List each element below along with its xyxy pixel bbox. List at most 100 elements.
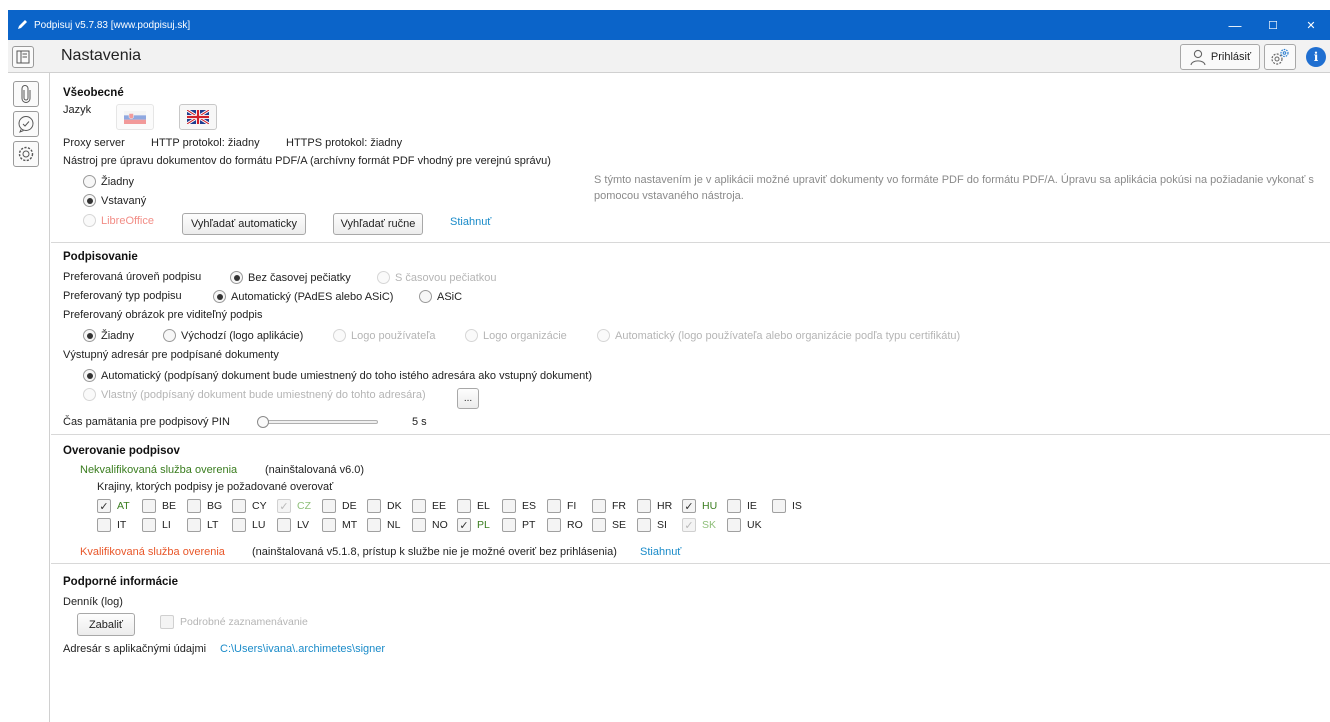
info-icon[interactable]: i	[1306, 47, 1326, 67]
country-checkbox-pt[interactable]: PT	[502, 518, 535, 532]
country-checkbox-lu[interactable]: LU	[232, 518, 265, 532]
country-code: AT	[117, 500, 130, 512]
log-label: Denník (log)	[63, 596, 123, 608]
country-checkbox-se[interactable]: SE	[592, 518, 626, 532]
countries-label: Krajiny, ktorých podpisy je požadované o…	[97, 481, 334, 493]
image-option-default[interactable]: Východzí (logo aplikácie)	[163, 329, 303, 342]
country-checkbox-dk[interactable]: DK	[367, 499, 402, 513]
country-code: BG	[207, 500, 223, 512]
checkbox-box	[502, 518, 516, 532]
qualified-service-label: Kvalifikovaná služba overenia	[80, 546, 225, 558]
divider	[51, 242, 1330, 243]
checkbox-box	[412, 518, 426, 532]
radio-dot	[83, 388, 96, 401]
panel-icon	[16, 50, 30, 64]
country-code: HR	[657, 500, 673, 512]
country-checkbox-at[interactable]: ✓ AT	[97, 499, 130, 513]
country-checkbox-no[interactable]: NO	[412, 518, 448, 532]
level-option-no-timestamp[interactable]: Bez časovej pečiatky	[230, 271, 351, 284]
pdfa-option-builtin[interactable]: Vstavaný	[83, 194, 146, 207]
pdfa-option-none[interactable]: Žiadny	[83, 175, 134, 188]
country-checkbox-bg[interactable]: BG	[187, 499, 222, 513]
country-code: CZ	[297, 500, 311, 512]
country-code: NL	[387, 519, 401, 531]
image-option-user[interactable]: Logo používateľa	[333, 329, 436, 342]
country-checkbox-fr[interactable]: FR	[592, 499, 626, 513]
image-option-org[interactable]: Logo organizácie	[465, 329, 567, 342]
pdfa-info-line2: pomocou vstavaného nástroja.	[594, 190, 744, 202]
search-manual-button[interactable]: Vyhľadať ručne	[333, 213, 423, 235]
country-checkbox-it[interactable]: IT	[97, 518, 126, 532]
country-checkbox-cy[interactable]: CY	[232, 499, 267, 513]
verbose-logging-checkbox[interactable]: Podrobné zaznamenávanie	[160, 615, 308, 629]
country-checkbox-es[interactable]: ES	[502, 499, 536, 513]
login-button[interactable]: Prihlásiť	[1180, 44, 1260, 70]
country-checkbox-lt[interactable]: LT	[187, 518, 218, 532]
type-option-asic[interactable]: ASiC	[419, 290, 462, 303]
qualified-download-link[interactable]: Stiahnuť	[640, 546, 681, 558]
gears-icon	[1271, 48, 1289, 65]
checkbox-box	[637, 518, 651, 532]
type-option-auto[interactable]: Automatický (PAdES alebo ASiC)	[213, 290, 393, 303]
sidebar-toggle-button[interactable]	[12, 46, 34, 68]
pin-time-slider-thumb[interactable]	[257, 416, 269, 428]
sidebar-verify-button[interactable]	[13, 111, 39, 137]
country-code: DE	[342, 500, 357, 512]
country-checkbox-hr[interactable]: HR	[637, 499, 672, 513]
pin-time-value: 5 s	[412, 416, 427, 428]
pin-time-slider-track[interactable]	[260, 420, 378, 424]
language-sk-button[interactable]	[116, 104, 154, 130]
image-option-none[interactable]: Žiadny	[83, 329, 134, 342]
checkbox-box	[160, 615, 174, 629]
country-checkbox-nl[interactable]: NL	[367, 518, 400, 532]
country-checkbox-be[interactable]: BE	[142, 499, 176, 513]
close-button[interactable]: ✕	[1292, 10, 1330, 40]
output-option-custom[interactable]: Vlastný (podpísaný dokument bude umiestn…	[83, 388, 426, 401]
radio-dot	[377, 271, 390, 284]
pack-log-button[interactable]: Zabaliť	[77, 613, 135, 636]
sidebar-documents-button[interactable]	[13, 81, 39, 107]
country-checkbox-fi[interactable]: FI	[547, 499, 576, 513]
output-option-auto[interactable]: Automatický (podpísaný dokument bude umi…	[83, 369, 592, 382]
country-checkbox-hu[interactable]: ✓ HU	[682, 499, 717, 513]
appdata-path-link[interactable]: C:\Users\ivana\.archimetes\signer	[220, 643, 385, 655]
login-label: Prihlásiť	[1210, 51, 1252, 63]
titlebar-bar[interactable]: Podpisuj v5.7.83 [www.podpisuj.sk] — ☐ ✕	[8, 10, 1330, 40]
checkbox-box	[322, 499, 336, 513]
country-code: EL	[477, 500, 490, 512]
country-checkbox-ro[interactable]: RO	[547, 518, 583, 532]
minimize-button[interactable]: —	[1216, 10, 1254, 40]
radio-dot	[83, 329, 96, 342]
country-code: ES	[522, 500, 537, 512]
country-checkbox-mt[interactable]: MT	[322, 518, 357, 532]
browse-button[interactable]: ...	[457, 388, 479, 409]
output-dir-label: Výstupný adresár pre podpísané dokumenty	[63, 349, 279, 361]
country-checkbox-de[interactable]: DE	[322, 499, 357, 513]
country-checkbox-sk[interactable]: ✓ SK	[682, 518, 716, 532]
country-checkbox-li[interactable]: LI	[142, 518, 171, 532]
image-option-auto[interactable]: Automatický (logo používateľa alebo orga…	[597, 329, 960, 342]
language-en-button[interactable]	[179, 104, 217, 130]
country-checkbox-ee[interactable]: EE	[412, 499, 446, 513]
country-checkbox-cz[interactable]: ✓ CZ	[277, 499, 311, 513]
country-checkbox-si[interactable]: SI	[637, 518, 667, 532]
settings-button[interactable]	[1264, 44, 1296, 70]
country-checkbox-uk[interactable]: UK	[727, 518, 762, 532]
checkbox-box	[637, 499, 651, 513]
country-checkbox-is[interactable]: IS	[772, 499, 802, 513]
sidebar-settings-button[interactable]	[13, 141, 39, 167]
pdfa-option-libreoffice[interactable]: LibreOffice	[83, 214, 154, 227]
maximize-button[interactable]: ☐	[1254, 10, 1292, 40]
pdfa-download-link[interactable]: Stiahnuť	[450, 216, 491, 228]
country-checkbox-lv[interactable]: LV	[277, 518, 309, 532]
signing-heading: Podpisovanie	[63, 251, 138, 263]
search-auto-button[interactable]: Vyhľadať automaticky	[182, 213, 306, 235]
level-option-timestamp[interactable]: S časovou pečiatkou	[377, 271, 497, 284]
country-code: PL	[477, 519, 490, 531]
checkbox-box: ✓	[97, 499, 111, 513]
country-checkbox-ie[interactable]: IE	[727, 499, 757, 513]
support-heading: Podporné informácie	[63, 576, 179, 588]
checkbox-box	[142, 499, 156, 513]
country-checkbox-pl[interactable]: ✓ PL	[457, 518, 490, 532]
country-checkbox-el[interactable]: EL	[457, 499, 490, 513]
